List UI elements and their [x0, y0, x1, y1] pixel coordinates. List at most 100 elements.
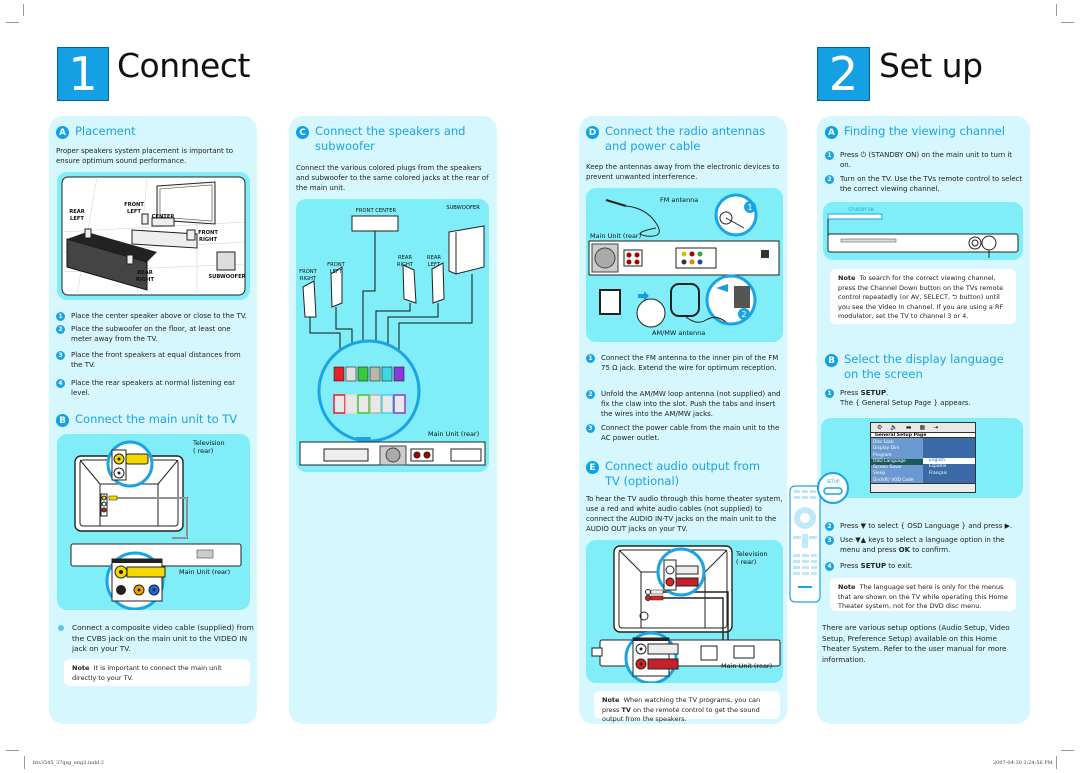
osd-language-option[interactable]: Français [923, 471, 975, 477]
section-letter-badge: A [56, 126, 69, 139]
section-number-box: 2 [817, 47, 870, 101]
antenna-step: 1 Connect the FM antenna to the inner pi… [586, 353, 782, 373]
speaker-label: CENTER [151, 214, 175, 220]
step-number-icon: 2 [825, 522, 834, 531]
step-text: Unfold the AM/MW loop antenna (not suppl… [601, 390, 781, 418]
step-text: Place the front speakers at equal distan… [71, 351, 241, 369]
crop-mark [1061, 22, 1074, 23]
osd-icon-bar: ⚙ 🔈 ▬ ▦ ⇥ [871, 423, 975, 432]
section-letter-badge: A [825, 126, 838, 139]
crop-mark [24, 756, 25, 769]
step-text-part: . [886, 389, 889, 397]
section-heading-text: Finding the viewing channel [844, 124, 1005, 138]
language-step: 1 Press SETUP. The { General Setup Page … [825, 388, 1023, 408]
section-title: Connect [117, 46, 250, 85]
note-box: Note It is important to connect the main… [64, 659, 250, 686]
footer-right: 2007-04-30 3:24:56 PM [993, 760, 1053, 766]
speakers-illustration: FRONT CENTER SUBWOOFER FRONT RIGHT FRONT… [296, 199, 489, 472]
main-unit-label: Main Unit (rear) [428, 430, 480, 438]
general-setup-page: ⚙ 🔈 ▬ ▦ ⇥ General Setup Page Disc Lock Di… [870, 422, 976, 493]
standby-illustration: STANDBY ON [823, 202, 1023, 260]
speaker-label: REAR RIGHT [135, 270, 155, 283]
speaker-plug [333, 366, 345, 382]
step-number-icon: 1 [825, 151, 834, 160]
osd-footer [871, 483, 975, 491]
ok-key-label: OK [898, 546, 910, 554]
exit-setup-icon: ⇥ [933, 424, 939, 431]
speaker-plug [357, 366, 369, 382]
step-text: Press ▼ to select { OSD Language } and p… [840, 522, 1013, 530]
placement-intro: Proper speakers system placement is impo… [56, 147, 234, 165]
step-text: Connect the FM antenna to the inner pin … [601, 354, 779, 372]
speakers-intro: Connect the various colored plugs from t… [296, 164, 489, 192]
main-unit-label: Main Unit (rear) [590, 232, 642, 240]
step-text: Turn on the TV. Use the TVs remote contr… [840, 175, 1023, 193]
step-text: Press SETUP. The { General Setup Page } … [840, 388, 971, 408]
speaker-jack [345, 394, 358, 414]
step-text: Place the center speaker above or close … [71, 312, 247, 320]
step-text: Place the subwoofer on the floor, at lea… [71, 325, 231, 343]
step-number-icon: 2 [56, 325, 65, 334]
language-step: 4 Press SETUP to exit. [825, 561, 1021, 571]
television-label: Television ( rear) [193, 439, 225, 455]
language-step: 3 Use ▼▲ keys to select a language optio… [825, 535, 1021, 555]
tv-connection-illustration: Television ( rear) Main Unit (rear) [57, 434, 250, 610]
section-heading-text: Connect the speakers and subwoofer [315, 124, 466, 153]
note-bold: TV [621, 705, 631, 714]
section-number-box: 1 [57, 47, 109, 101]
step-number-icon: 4 [825, 562, 834, 571]
crop-mark [6, 750, 19, 751]
tv-connection-diagram [70, 440, 242, 610]
section-heading-antennas: D Connect the radio antennas and power c… [586, 124, 781, 154]
antenna-intro: Keep the antennas away from the electron… [586, 163, 780, 181]
label-text: Television [193, 439, 225, 447]
note-text: The language set here is only for the me… [838, 583, 1008, 610]
step-text: Press SETUP to exit. [840, 561, 913, 571]
speaker-jack [357, 394, 370, 414]
antenna-illustration: 1 2 FM antenna Main Unit (rear) AM/MW an… [586, 188, 783, 342]
callout-number: 2 [741, 310, 746, 319]
osd-menu-item[interactable]: DivX(R) VOD Code [871, 478, 923, 484]
footer-left: hts3545_37qsg_eng2.indd 2 [33, 760, 104, 766]
bullet-icon [58, 625, 64, 631]
step-text: Connect a composite video cable (supplie… [72, 623, 254, 653]
step-number-icon: 3 [56, 351, 65, 360]
setup-button-label: SETUP [826, 479, 840, 484]
antenna-diagram: 1 2 [588, 193, 780, 328]
section-letter-badge: B [825, 354, 838, 367]
section-heading-viewing-channel: A Finding the viewing channel [825, 124, 1005, 139]
speaker-plug [393, 366, 405, 382]
step-text-part: to confirm. [910, 546, 951, 554]
fm-antenna-label: FM antenna [660, 196, 699, 204]
section-letter-badge: E [586, 461, 599, 474]
step-number-icon: 2 [825, 175, 834, 184]
step-number-icon: 1 [586, 354, 595, 363]
main-unit-label: Main Unit (rear) [721, 662, 773, 670]
audio-connection-illustration: Television ( rear) Main Unit (rear) [586, 540, 783, 683]
note-label: Note [72, 664, 90, 672]
note-box: Note When watching the TV programs, you … [594, 691, 780, 723]
step-text-part: Press [840, 562, 861, 570]
placement-illustration: REAR LEFT FRONT LEFT CENTER FRONT RIGHT … [57, 172, 250, 300]
crop-mark [1061, 750, 1074, 751]
step-number-icon: 1 [825, 389, 834, 398]
crop-mark [23, 4, 24, 16]
section-heading-main-unit-tv: B Connect the main unit to TV [56, 412, 237, 427]
speaker-plug [369, 366, 381, 382]
language-step: 2 Press ▼ to select { OSD Language } and… [825, 521, 1025, 531]
step-number-icon: 3 [586, 424, 595, 433]
section-heading-speakers: C Connect the speakers and subwoofer [296, 124, 486, 154]
step-number-icon: 2 [586, 390, 595, 399]
section-title: Set up [879, 46, 983, 85]
front-left-label: FRONT LEFT [327, 262, 345, 275]
step-text-part: Press [840, 389, 861, 397]
note-text: It is important to connect the main unit… [72, 664, 222, 682]
osd-menu-list: Disc Lock Display Dim Program OSD Language S… [871, 438, 923, 483]
crop-mark [1056, 4, 1057, 16]
note-text: To search for the correct viewing channe… [838, 274, 1004, 320]
section-letter-badge: D [586, 126, 599, 139]
speaker-label: SUBWOOFER [208, 274, 246, 280]
note-label: Note [602, 696, 620, 704]
step-text: Press ⏻ (STANDBY ON) on the main unit to… [840, 151, 1013, 169]
crop-mark [1056, 756, 1057, 769]
